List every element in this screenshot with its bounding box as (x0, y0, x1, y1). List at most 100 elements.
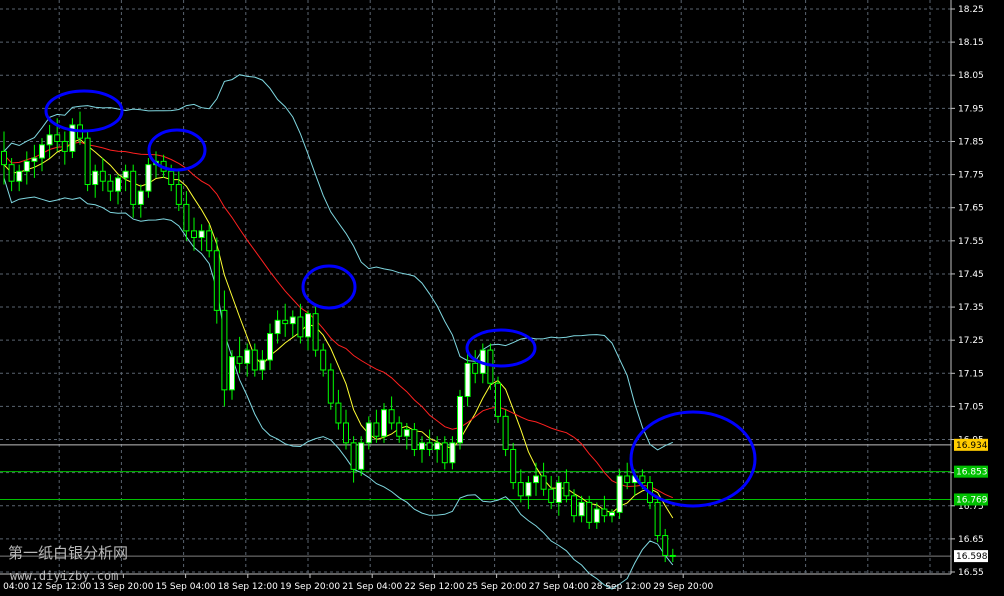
candle-body (464, 362, 471, 397)
candle-body (381, 409, 387, 437)
time-tick-label: 12 Sep 04:00 (0, 582, 29, 592)
price-tick-label: 17.95 (958, 104, 984, 114)
candle-body (548, 488, 555, 503)
candle-body (267, 333, 273, 361)
candle-body (335, 402, 342, 424)
candle-body (46, 134, 53, 146)
candle-body (525, 482, 532, 497)
candle-body (1, 150, 7, 166)
candle-body (221, 309, 228, 391)
watermark-url: www.diyizby.com (10, 569, 118, 583)
candle-body (426, 442, 433, 450)
candle-body (624, 475, 631, 484)
candle-body (312, 313, 319, 351)
candle-body (107, 180, 114, 192)
candle-body (601, 508, 608, 517)
candle-body (350, 442, 357, 470)
price-level-badge-label: 16.853 (956, 468, 988, 478)
candle-body (609, 511, 615, 517)
candle-body (39, 144, 45, 159)
candle-body (517, 482, 524, 497)
price-tick-label: 17.85 (958, 137, 984, 147)
candle-body (373, 422, 380, 437)
price-tick-label: 17.65 (958, 204, 984, 214)
price-tick-label: 17.15 (958, 369, 984, 379)
candle-body (168, 170, 175, 186)
candle-body (84, 137, 91, 186)
candle-body (533, 475, 539, 484)
candle-body (92, 170, 99, 186)
time-tick-label: 12 Sep 12:00 (31, 582, 91, 592)
time-tick-label: 29 Sep 20:00 (653, 582, 713, 592)
price-level-badge-label: 16.934 (956, 441, 988, 451)
candle-body (16, 170, 23, 182)
candle-body (662, 535, 669, 556)
candle-body (365, 422, 372, 444)
candle-body (130, 170, 137, 205)
candle-body (61, 140, 68, 152)
time-tick-label: 27 Sep 04:00 (529, 582, 589, 592)
candle-body (282, 319, 289, 325)
price-level-badge-label: 16.598 (956, 552, 988, 562)
candle-body (472, 362, 479, 374)
candle-body (54, 134, 61, 142)
candle-body (578, 501, 585, 517)
candle-body (327, 369, 334, 404)
candle-body (411, 429, 418, 450)
candle-body (244, 349, 251, 364)
price-tick-label: 17.75 (958, 171, 984, 181)
candle-body (388, 409, 395, 424)
time-tick-label: 28 Sep 12:00 (591, 582, 651, 592)
candle-body (251, 349, 258, 371)
candle-body (449, 442, 456, 464)
price-tick-label: 18.05 (958, 71, 984, 81)
candle-body (175, 184, 182, 205)
candle-body (274, 319, 281, 335)
candle-body (122, 170, 129, 179)
candle-body (115, 177, 121, 192)
candle-body (8, 164, 15, 182)
candle-body (434, 442, 441, 450)
candle-body (419, 442, 425, 450)
price-level-badge-label: 16.769 (956, 495, 988, 505)
price-tick-label: 18.25 (958, 5, 984, 15)
candle-body (23, 160, 30, 172)
candle-body (289, 316, 296, 325)
candle-body (358, 442, 365, 470)
watermark-title: 第一纸白银分析网 (8, 544, 128, 562)
time-tick-label: 25 Sep 20:00 (467, 582, 527, 592)
candle-body (571, 495, 577, 517)
price-chart[interactable]: 18.25 18.15 18.05 17.95 17.85 17.75 17.65 17.55… (0, 0, 1004, 596)
candle-body (305, 313, 311, 338)
candle-body (586, 501, 593, 523)
candle-body (297, 316, 304, 338)
price-tick-label: 17.35 (958, 303, 984, 313)
candle-body (639, 475, 646, 484)
candle-body (145, 164, 152, 192)
candle-body (320, 349, 327, 371)
candle-body (31, 157, 38, 162)
candle-body (510, 448, 517, 484)
candle-body (343, 422, 349, 444)
price-tick-label: 18.15 (958, 38, 984, 48)
chart-background (0, 0, 1004, 596)
candle-body (99, 170, 106, 182)
price-tick-label: 17.45 (958, 270, 984, 280)
candle-body (259, 359, 266, 371)
candle-body (206, 230, 213, 252)
time-tick-label: 13 Sep 20:00 (93, 582, 153, 592)
candle-body (213, 250, 220, 311)
candle-body (563, 482, 570, 497)
candle-body (403, 429, 410, 437)
candle-body (229, 356, 235, 391)
candle-body (236, 356, 243, 364)
price-tick-label: 17.05 (958, 402, 984, 412)
candle-body (540, 475, 547, 490)
candle-body (669, 554, 676, 557)
price-tick-label: 17.25 (958, 336, 984, 346)
time-tick-label: 18 Sep 12:00 (218, 582, 278, 592)
time-tick-label: 21 Sep 04:00 (342, 582, 402, 592)
time-tick-label: 19 Sep 20:00 (280, 582, 340, 592)
candle-body (502, 415, 509, 450)
candle-body (555, 482, 562, 503)
